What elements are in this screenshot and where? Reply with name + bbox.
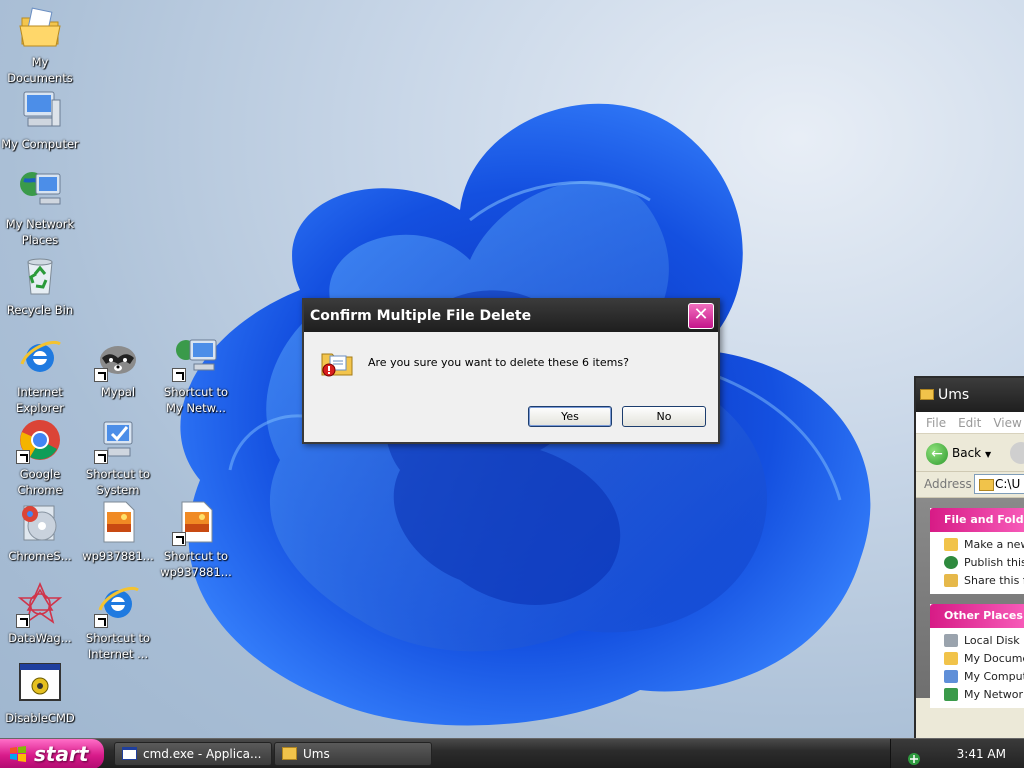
recycle-bin-icon xyxy=(16,252,64,300)
computer-icon xyxy=(16,86,64,134)
explorer-toolbar: ← Back ▼ xyxy=(916,434,1024,472)
desktop-icon-chromesetup[interactable]: ChromeS... xyxy=(0,498,80,564)
shortcut-arrow-icon xyxy=(94,450,108,464)
desktop-icon-internet-explorer[interactable]: Internet Explorer xyxy=(0,334,80,416)
mypal-raccoon-icon xyxy=(94,334,142,382)
desktop-icon-shortcut-internet[interactable]: Shortcut to Internet ... xyxy=(78,580,158,662)
menu-view[interactable]: View xyxy=(993,416,1021,430)
other-places-header[interactable]: Other Places xyxy=(930,604,1024,628)
desktop-icon-my-documents[interactable]: My Documents xyxy=(0,4,80,86)
desktop-icon-datawag[interactable]: DataWag... xyxy=(0,580,80,646)
disablecmd-icon xyxy=(16,660,64,708)
image-file-icon xyxy=(94,498,142,546)
system-shortcut-icon xyxy=(94,416,142,464)
computer-icon xyxy=(944,670,958,683)
chrome-icon xyxy=(16,416,64,464)
ie-shortcut-icon xyxy=(94,580,142,628)
clock[interactable]: 3:41 AM xyxy=(957,739,1006,768)
address-bar: Address C:\U xyxy=(916,472,1024,498)
desktop-icon-recycle-bin[interactable]: Recycle Bin xyxy=(0,252,80,318)
shortcut-arrow-icon xyxy=(172,368,186,382)
address-input[interactable]: C:\U xyxy=(974,474,1024,494)
forward-button[interactable] xyxy=(1010,442,1024,464)
delete-warning-icon xyxy=(320,346,354,380)
network-icon xyxy=(944,688,958,701)
shortcut-arrow-icon xyxy=(16,614,30,628)
windows-flag-icon xyxy=(10,746,26,762)
globe-icon xyxy=(944,556,958,569)
desktop-icon-shortcut-my-network[interactable]: Shortcut to My Netw... xyxy=(156,334,236,416)
file-folder-tasks-header[interactable]: File and Folder Tasks xyxy=(930,508,1024,532)
taskbar: start cmd.exe - Applica... Ums 3:41 AM xyxy=(0,738,1024,768)
disk-icon xyxy=(944,634,958,647)
taskbar-item-cmd[interactable]: cmd.exe - Applica... xyxy=(114,742,272,766)
task-share-folder[interactable]: Share this folder xyxy=(930,572,1024,590)
back-arrow-icon: ← xyxy=(926,442,948,465)
new-folder-icon xyxy=(944,538,958,551)
shortcut-arrow-icon xyxy=(16,450,30,464)
network-status-icon[interactable] xyxy=(907,747,921,765)
desktop-icon-my-network-places[interactable]: My Network Places xyxy=(0,166,80,248)
place-my-documents[interactable]: My Documents xyxy=(930,650,1024,668)
address-label: Address xyxy=(924,477,972,491)
desktop-icon-shortcut-wp937881[interactable]: Shortcut to wp937881... xyxy=(156,498,236,580)
back-button[interactable]: ← Back ▼ xyxy=(926,442,991,466)
start-button[interactable]: start xyxy=(0,739,104,768)
place-my-network[interactable]: My Network Places xyxy=(930,686,1024,704)
desktop-icon-google-chrome[interactable]: Google Chrome xyxy=(0,416,80,498)
shortcut-arrow-icon xyxy=(172,532,186,546)
confirm-delete-dialog[interactable]: Confirm Multiple File Delete ✕ Are you s… xyxy=(302,298,720,444)
task-pane: File and Folder Tasks Make a new folder … xyxy=(916,498,1024,708)
chevron-down-icon: ▼ xyxy=(984,450,992,459)
chrome-setup-icon xyxy=(16,498,64,546)
dialog-message: Are you sure you want to delete these 6 … xyxy=(368,356,629,369)
documents-icon xyxy=(944,652,958,665)
folder-icon xyxy=(282,747,297,760)
explorer-menubar: File Edit View xyxy=(916,412,1024,434)
explorer-titlebar[interactable]: Ums xyxy=(916,378,1024,412)
menu-file[interactable]: File xyxy=(926,416,946,430)
desktop-icon-wp937881[interactable]: wp937881... xyxy=(78,498,158,564)
explorer-window-ums[interactable]: Ums File Edit View ← Back ▼ Address C:\U Fi… xyxy=(914,376,1024,740)
desktop-icon-mypal[interactable]: Mypal xyxy=(78,334,158,400)
shortcut-arrow-icon xyxy=(94,614,108,628)
system-tray: 3:41 AM xyxy=(890,739,1024,768)
task-make-new-folder[interactable]: Make a new folder xyxy=(930,536,1024,554)
file-folder-tasks-panel: File and Folder Tasks Make a new folder … xyxy=(930,508,1024,594)
folder-icon xyxy=(920,389,934,400)
close-button[interactable]: ✕ xyxy=(688,303,714,329)
dialog-title: Confirm Multiple File Delete xyxy=(310,308,532,324)
dialog-titlebar[interactable]: Confirm Multiple File Delete ✕ xyxy=(304,300,718,332)
place-my-computer[interactable]: My Computer xyxy=(930,668,1024,686)
desktop-icon-disablecmd[interactable]: DisableCMD xyxy=(0,660,80,726)
cmd-window-icon xyxy=(122,747,137,760)
image-shortcut-icon xyxy=(172,498,220,546)
yes-button[interactable]: Yes xyxy=(528,406,612,427)
datawag-icon xyxy=(16,580,64,628)
place-local-disk[interactable]: Local Disk (C:) xyxy=(930,632,1024,650)
taskbar-item-ums[interactable]: Ums xyxy=(274,742,432,766)
dialog-body: Are you sure you want to delete these 6 … xyxy=(304,332,718,442)
network-places-icon xyxy=(16,166,64,214)
share-folder-icon xyxy=(944,574,958,587)
desktop-icon-my-computer[interactable]: My Computer xyxy=(0,86,80,152)
desktop-icon-shortcut-system[interactable]: Shortcut to System xyxy=(78,416,158,498)
task-publish-web[interactable]: Publish this folder to the Web xyxy=(930,554,1024,572)
menu-edit[interactable]: Edit xyxy=(958,416,981,430)
shortcut-arrow-icon xyxy=(94,368,108,382)
no-button[interactable]: No xyxy=(622,406,706,427)
other-places-panel: Other Places Local Disk (C:) My Document… xyxy=(930,604,1024,708)
network-shortcut-icon xyxy=(172,334,220,382)
folder-documents-icon xyxy=(16,4,64,52)
internet-explorer-icon xyxy=(16,334,64,382)
explorer-title: Ums xyxy=(938,387,970,403)
